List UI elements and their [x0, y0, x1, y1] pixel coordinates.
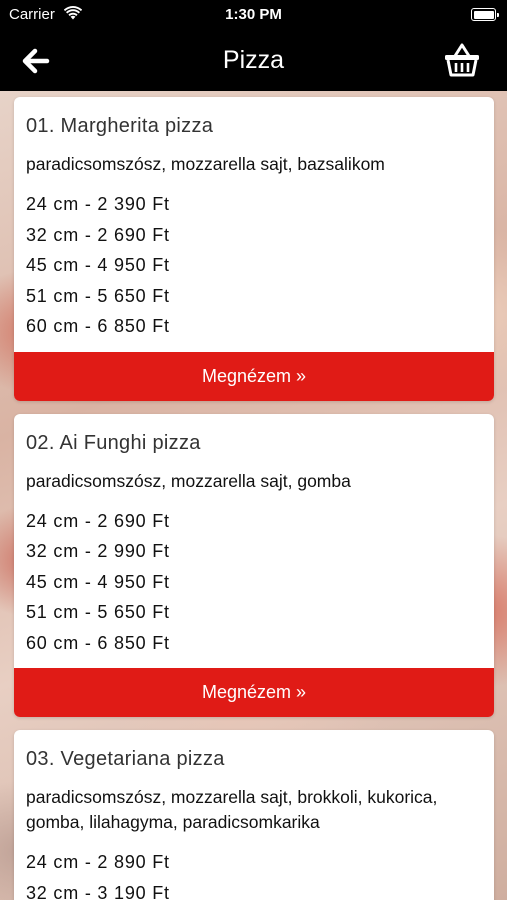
product-description: paradicsomszósz, mozzarella sajt, gomba — [26, 470, 351, 491]
price-list: 24 cm - 2 390 Ft 32 cm - 2 690 Ft 45 cm … — [14, 177, 494, 352]
product-description: paradicsomszósz, mozzarella sajt, bazsal… — [26, 154, 385, 174]
product-name: 03. Vegetariana pizza — [26, 748, 225, 770]
status-time: 1:30 PM — [225, 6, 282, 23]
status-bar: Carrier 1:30 PM — [0, 0, 507, 30]
price-row: 51 cm - 5 650 Ft — [26, 602, 170, 622]
product-card: 03. Vegetariana pizza paradicsomszósz, m… — [14, 730, 494, 900]
view-product-button[interactable]: Megnézem » — [14, 668, 494, 717]
price-row: 32 cm - 2 990 Ft — [26, 541, 170, 561]
price-row: 60 cm - 6 850 Ft — [26, 316, 170, 336]
price-row: 32 cm - 2 690 Ft — [26, 224, 170, 245]
price-row: 32 cm - 3 190 Ft — [26, 882, 170, 900]
price-row: 60 cm - 6 850 Ft — [26, 632, 170, 653]
nav-bar: Pizza — [0, 30, 507, 91]
battery-icon — [471, 8, 499, 21]
price-row: 24 cm - 2 390 Ft — [26, 194, 170, 214]
product-card: 01. Margherita pizza paradicsomszósz, mo… — [14, 97, 494, 401]
price-row: 51 cm - 5 650 Ft — [26, 285, 170, 306]
basket-icon[interactable] — [443, 42, 481, 78]
product-name: 01. Margherita pizza — [26, 115, 214, 137]
price-row: 24 cm - 2 890 Ft — [26, 852, 170, 872]
price-row: 45 cm - 4 950 Ft — [26, 571, 170, 592]
product-list: 01. Margherita pizza paradicsomszósz, mo… — [14, 97, 494, 900]
product-name: 02. Ai Funghi pizza — [26, 431, 201, 454]
price-list: 24 cm - 2 890 Ft 32 cm - 3 190 Ft — [14, 835, 494, 900]
price-row: 24 cm - 2 690 Ft — [26, 510, 170, 531]
product-card: 02. Ai Funghi pizza paradicsomszósz, moz… — [14, 413, 494, 717]
product-description: paradicsomszósz, mozzarella sajt, brokko… — [26, 787, 438, 832]
page-title: Pizza — [222, 46, 285, 74]
price-list: 24 cm - 2 690 Ft 32 cm - 2 990 Ft 45 cm … — [14, 494, 494, 669]
price-row: 45 cm - 4 950 Ft — [26, 255, 170, 275]
view-product-button[interactable]: Megnézem » — [14, 351, 494, 401]
